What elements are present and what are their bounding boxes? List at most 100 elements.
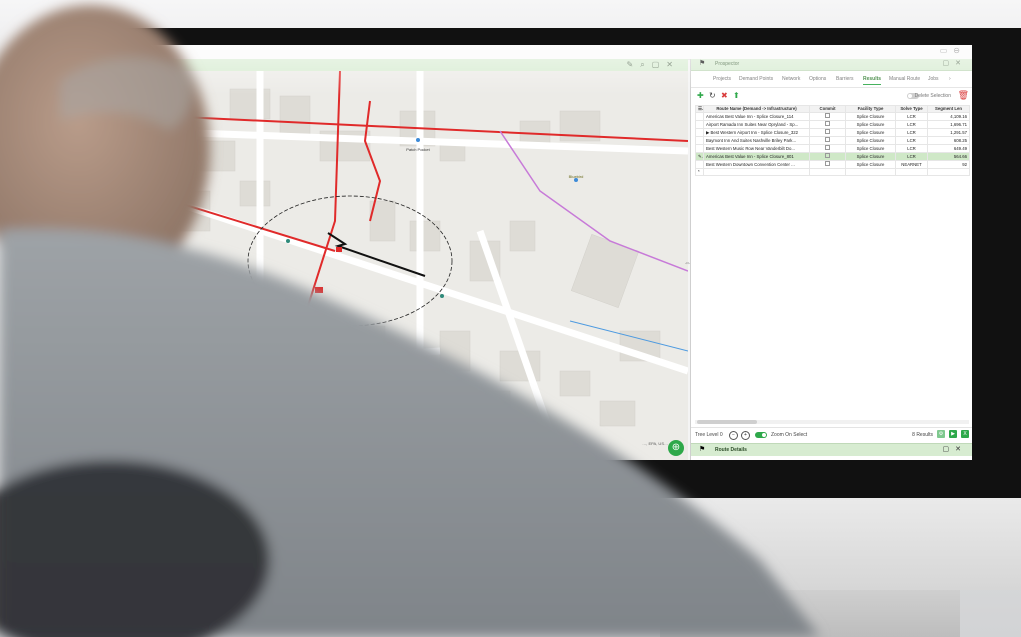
demand-point-marker bbox=[440, 294, 444, 298]
table-row[interactable]: Baymont Inn And Suites Nashville Briley … bbox=[695, 136, 970, 146]
commit-checkbox[interactable] bbox=[809, 112, 846, 122]
tab-demand-points[interactable]: Demand Points bbox=[739, 76, 773, 82]
length-cell: 1,291.57 bbox=[927, 128, 970, 138]
solve-cell: LCR bbox=[895, 128, 928, 138]
facility-cell: Splice Closure bbox=[845, 152, 896, 162]
refresh-icon[interactable]: ↻ bbox=[709, 91, 716, 100]
prospector-panel: ⚑ Prospector ▢✕ Projects Demand Points N… bbox=[690, 59, 972, 460]
tab-jobs[interactable]: Jobs bbox=[928, 76, 939, 82]
length-cell: 649.49 bbox=[927, 144, 970, 154]
length-cell: 92 bbox=[927, 160, 970, 170]
scrollbar-thumb[interactable] bbox=[697, 420, 757, 424]
results-count: 8 Results bbox=[912, 432, 933, 438]
col-route-name[interactable]: Route Name (Demand -> Infrastructure) bbox=[703, 104, 810, 114]
commit-checkbox[interactable] bbox=[809, 152, 846, 162]
commit-checkbox[interactable] bbox=[809, 160, 846, 170]
tab-network[interactable]: Network bbox=[782, 76, 800, 82]
length-cell: 608.25 bbox=[927, 136, 970, 146]
solve-cell: LCR bbox=[895, 112, 928, 122]
row-edit-icon: ✎ bbox=[695, 152, 704, 162]
col-facility-type[interactable]: Facility Type bbox=[845, 104, 896, 114]
commit-checkbox[interactable] bbox=[809, 128, 846, 138]
map-toolbar-icons[interactable]: ✎⌕▢✕ bbox=[627, 60, 680, 70]
settings-gear-icon[interactable]: ⚙ bbox=[937, 430, 945, 438]
title-bar-icons[interactable]: ▭⊖ bbox=[940, 46, 966, 55]
table-row[interactable]: Americas Best Value Inn - Splice Closure… bbox=[695, 112, 970, 122]
facility-marker bbox=[336, 247, 342, 252]
route-name-cell: Americas Best Value Inn - Splice Closure… bbox=[703, 112, 810, 122]
results-table: ☰ Route Name (Demand -> Infrastructure) … bbox=[695, 104, 970, 177]
trash-icon[interactable]: 🗑 bbox=[958, 90, 969, 101]
zoom-on-select-toggle[interactable] bbox=[755, 432, 767, 438]
app-title-bar: ▭⊖ bbox=[140, 45, 972, 60]
facility-cell: Splice Closure bbox=[845, 136, 896, 146]
tab-barriers[interactable]: Barriers bbox=[836, 76, 854, 82]
col-solve-type[interactable]: Solve Type bbox=[895, 104, 928, 114]
flag-icon: ⚑ bbox=[699, 60, 706, 67]
table-row[interactable]: Best Western Music Row Near Vanderbilt D… bbox=[695, 144, 970, 154]
solve-cell: LCR bbox=[895, 144, 928, 154]
basemap-globe-button[interactable]: ⊕ bbox=[668, 440, 684, 456]
table-row[interactable]: ▶ Best Western Airport Inn - Splice Clos… bbox=[695, 128, 970, 138]
results-toolbar: ✚ ↻ ✖ ⬆ Delete Selection 🗑 bbox=[691, 89, 972, 103]
route-name-cell: Best Western Music Row Near Vanderbilt D… bbox=[703, 144, 810, 154]
facility-cell: Splice Closure bbox=[845, 160, 896, 170]
route-name-cell: Baymont Inn And Suites Nashville Briley … bbox=[703, 136, 810, 146]
length-cell: 4,109.16 bbox=[927, 112, 970, 122]
commit-checkbox[interactable] bbox=[809, 144, 846, 154]
facility-cell: Splice Closure bbox=[845, 112, 896, 122]
delete-icon[interactable]: ✖ bbox=[721, 91, 728, 100]
solve-cell: NEARNET bbox=[895, 160, 928, 170]
tab-results[interactable]: Results bbox=[863, 76, 882, 85]
delete-selection-label: Delete Selection bbox=[914, 93, 951, 99]
solve-cell: LCR bbox=[895, 136, 928, 146]
row-marker bbox=[695, 144, 704, 154]
length-cell: 564.66 bbox=[927, 152, 970, 162]
panel-window-buttons[interactable]: ▢✕ bbox=[943, 59, 967, 67]
export-icon[interactable]: ⬆ bbox=[733, 91, 740, 100]
poi-marker bbox=[416, 138, 420, 142]
row-marker bbox=[695, 160, 704, 170]
facility-cell: Splice Closure bbox=[845, 120, 896, 130]
tree-level-increase-button[interactable]: + bbox=[741, 431, 750, 440]
prospector-header: ⚑ Prospector ▢✕ bbox=[691, 59, 972, 71]
table-row-selected[interactable]: ✎ Americas Best Value Inn - Splice Closu… bbox=[695, 152, 970, 162]
col-commit[interactable]: Commit bbox=[809, 104, 846, 114]
facility-cell: Splice Closure bbox=[845, 144, 896, 154]
map-panel: ✎⌕▢✕ Patch Pocket Bluebird …, EPA, US… ⊕ bbox=[140, 59, 688, 460]
photo-scene: ▭⊖ ✎⌕▢✕ Patch Pocket Bluebird …, EPA, US… bbox=[0, 0, 1021, 637]
table-horizontal-scrollbar[interactable] bbox=[695, 420, 969, 424]
map-canvas[interactable]: Patch Pocket Bluebird bbox=[140, 71, 688, 460]
row-marker bbox=[695, 128, 704, 138]
tab-options[interactable]: Options bbox=[809, 76, 826, 82]
route-name-cell: ▶ Best Western Airport Inn - Splice Clos… bbox=[703, 128, 810, 138]
play-button[interactable]: ▶ bbox=[949, 430, 957, 438]
commit-checkbox[interactable] bbox=[809, 136, 846, 146]
tab-scroll-right-icon[interactable]: › bbox=[949, 76, 951, 82]
tree-level-decrease-button[interactable]: − bbox=[729, 431, 738, 440]
svg-text:Bluebird: Bluebird bbox=[569, 174, 584, 179]
commit-checkbox[interactable] bbox=[809, 120, 846, 130]
route-details-panel-header[interactable]: ⚑ Route Details ▢✕ bbox=[691, 443, 972, 456]
flag-icon: ⚑ bbox=[699, 446, 706, 453]
tab-projects[interactable]: Projects bbox=[713, 76, 731, 82]
tab-manual-route[interactable]: Manual Route bbox=[889, 76, 920, 82]
row-marker-header: ☰ bbox=[695, 104, 704, 114]
table-row[interactable]: Airport Ramada Inn Suites Near Opryland … bbox=[695, 120, 970, 130]
route-details-window-buttons[interactable]: ▢✕ bbox=[943, 445, 967, 453]
zoom-on-select-label: Zoom On Select bbox=[771, 432, 808, 438]
col-segment-length[interactable]: Segment Len bbox=[927, 104, 970, 114]
app-screen: ▭⊖ ✎⌕▢✕ Patch Pocket Bluebird …, EPA, US… bbox=[140, 45, 972, 460]
demand-point-marker bbox=[286, 239, 290, 243]
table-row-new[interactable]: * bbox=[695, 168, 970, 177]
route-details-title: Route Details bbox=[715, 447, 747, 453]
new-row-marker: * bbox=[695, 168, 704, 177]
table-row[interactable]: Best Western Downtown Convention Center … bbox=[695, 160, 970, 170]
add-icon[interactable]: ✚ bbox=[697, 91, 704, 100]
results-footer: Tree Level 0 − + Zoom On Select 8 Result… bbox=[691, 427, 972, 442]
map-credit: …, EPA, US… bbox=[642, 441, 668, 446]
tree-level-label: Tree Level 0 bbox=[695, 432, 723, 438]
export-excel-icon[interactable]: X bbox=[961, 430, 969, 438]
solve-cell: LCR bbox=[895, 120, 928, 130]
table-header-row: ☰ Route Name (Demand -> Infrastructure) … bbox=[695, 104, 970, 114]
